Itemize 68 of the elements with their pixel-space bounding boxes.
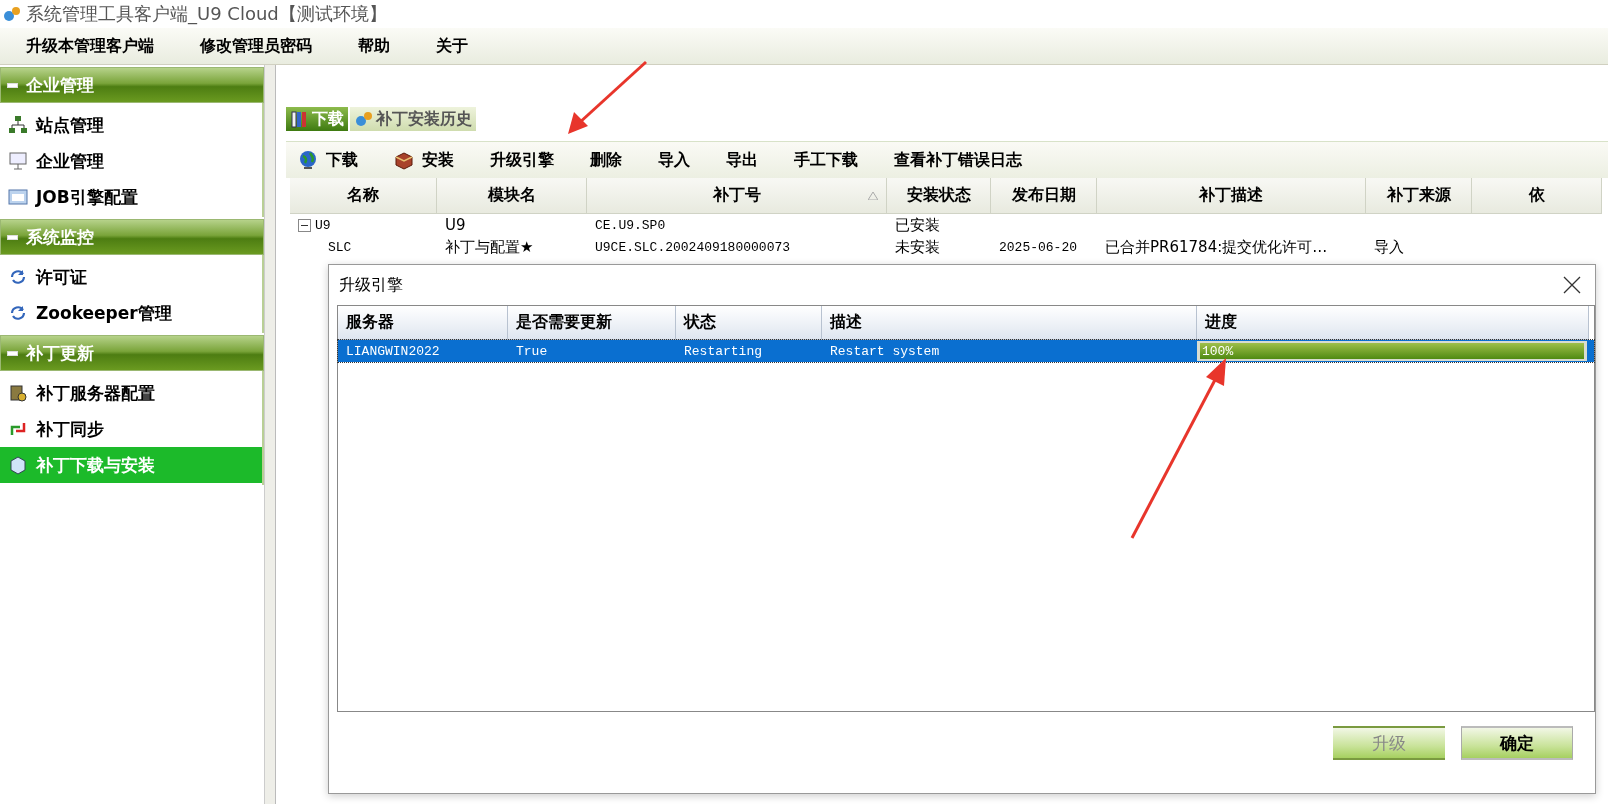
column-header[interactable]: 安装状态 (887, 178, 991, 214)
table-cell: 2025-06-20 (999, 239, 1077, 255)
table-row[interactable]: LIANGWIN2022 True Restarting Restart system 100% (338, 340, 1594, 362)
table-cell: U9 (315, 217, 331, 233)
globe-icon (298, 150, 318, 170)
menu-item[interactable]: 帮助 (342, 35, 406, 57)
sidebar-item[interactable]: 企业管理 (0, 143, 262, 179)
box-icon (394, 150, 414, 170)
tab[interactable]: 补丁安装历史 (350, 107, 476, 131)
table-cell: 未安装 (895, 237, 940, 257)
table-cell: Restarting (684, 343, 762, 359)
sidebar-item[interactable]: 许可证 (0, 259, 262, 295)
table-cell: 导入 (1374, 237, 1404, 257)
column-header[interactable]: 依 (1472, 178, 1602, 214)
table-cell: Restart system (830, 343, 940, 359)
group-title: 补丁更新 (26, 341, 94, 365)
toolbar-button[interactable]: 删除 (578, 149, 634, 171)
table-cell: 补丁与配置★ (445, 237, 534, 257)
sync-icon (8, 267, 28, 287)
toolbar-button[interactable]: 导出 (714, 149, 770, 171)
dialog-button[interactable]: 确定 (1461, 726, 1573, 760)
progress-text: 100% (1201, 343, 1234, 359)
menu-item[interactable]: 升级本管理客户端 (10, 35, 170, 57)
hierarchy-icon (8, 115, 28, 135)
sidebar-item[interactable]: JOB引擎配置 (0, 179, 262, 215)
column-header[interactable]: 发布日期 (991, 178, 1097, 214)
server-icon (8, 383, 28, 403)
column-header[interactable]: 补丁来源 (1366, 178, 1472, 214)
sync-icon (8, 303, 28, 323)
table-cell: U9CE.SLC.2002409180000073 (595, 239, 791, 255)
column-header[interactable]: 名称 (290, 178, 437, 214)
group-title: 系统监控 (26, 225, 94, 249)
toolbar-button[interactable]: 升级引擎 (478, 149, 566, 171)
column-header[interactable]: 进度 (1197, 306, 1589, 340)
close-button[interactable] (1561, 274, 1583, 296)
menu-item[interactable]: 修改管理员密码 (184, 35, 328, 57)
toolbar-button[interactable]: 手工下载 (782, 149, 870, 171)
column-header[interactable]: 描述 (822, 306, 1197, 340)
table-cell: True (516, 343, 548, 359)
column-header[interactable]: 补丁描述 (1097, 178, 1366, 214)
table-cell: LIANGWIN2022 (346, 343, 440, 359)
table-cell: 已安装 (895, 215, 940, 235)
group-title: 企业管理 (26, 73, 94, 97)
menu-item[interactable]: 关于 (420, 35, 484, 57)
toolbar-button[interactable]: 查看补丁错误日志 (882, 149, 1034, 171)
column-header[interactable]: 是否需要更新 (508, 306, 676, 340)
window-title: 系统管理工具客户端_U9 Cloud【测试环境】 (26, 2, 387, 26)
sidebar-item[interactable]: 补丁服务器配置 (0, 375, 262, 411)
window-icon (8, 187, 28, 207)
toolbar-button[interactable]: 安装 (382, 149, 466, 171)
toolbar-button[interactable]: 导入 (646, 149, 702, 171)
sidebar-item[interactable]: 站点管理 (0, 107, 262, 143)
sidebar-group-header[interactable]: 企业管理 (0, 67, 264, 103)
sidebar-item[interactable]: 补丁同步 (0, 411, 262, 447)
table-cell: SLC (328, 239, 352, 255)
column-header[interactable]: 服务器 (338, 306, 508, 340)
column-header[interactable]: 补丁号 (587, 178, 887, 214)
toolbar-button[interactable]: 下载 (286, 149, 370, 171)
sidebar-group-header[interactable]: 系统监控 (0, 219, 264, 255)
presentation-board-icon (8, 151, 28, 171)
column-header[interactable]: 模块名 (437, 178, 587, 214)
table-cell: CE.U9.SP0 (595, 217, 666, 233)
collapse-icon[interactable] (298, 218, 311, 232)
table-cell: 已合并PR61784:提交优化许可… (1105, 237, 1328, 257)
sidebar-item[interactable]: Zookeeper管理 (0, 295, 262, 331)
table-cell: U9 (445, 216, 466, 234)
dialog-title: 升级引擎 (339, 274, 403, 296)
column-header[interactable]: 状态 (676, 306, 822, 340)
